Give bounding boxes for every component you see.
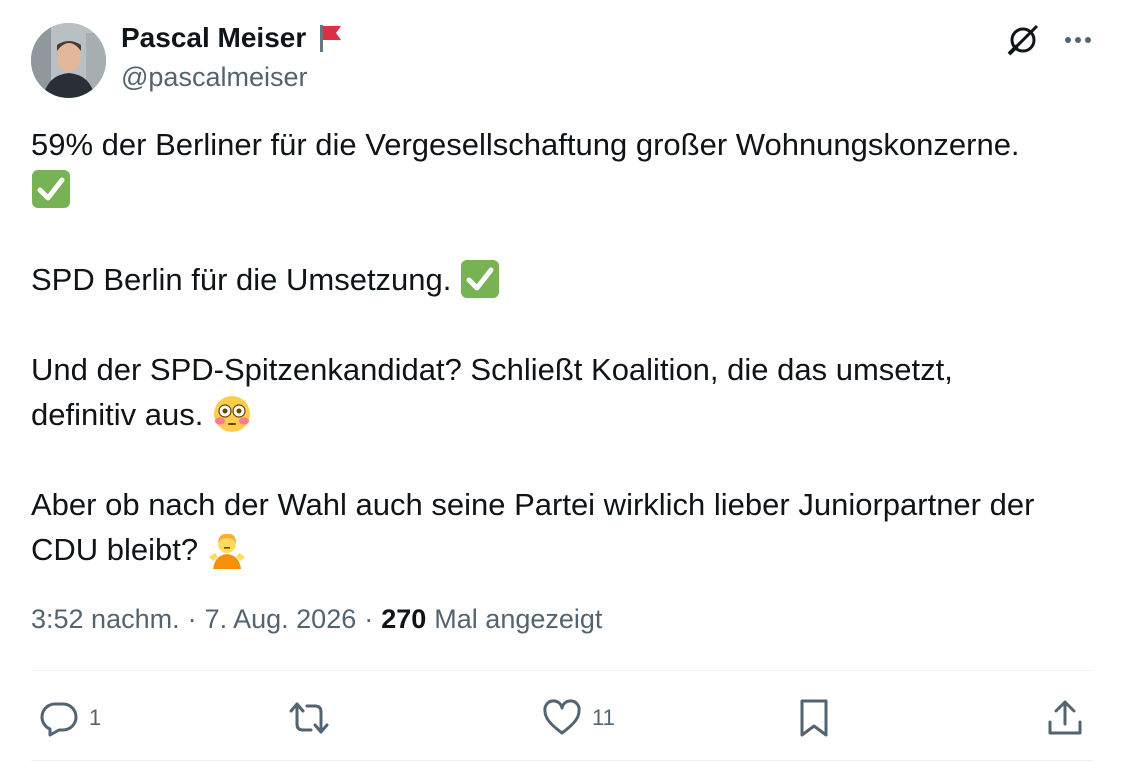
person-shrugging-icon [208,533,245,569]
grok-icon[interactable] [1005,22,1041,58]
divider [31,760,1093,761]
views-label: Mal angezeigt [434,604,603,634]
tweet-line: Und der SPD-Spitzenkandidat? Schließt Ko… [31,347,1101,392]
like-count: 11 [592,705,615,730]
tweet-line: 59% der Berliner für die Vergesellschaft… [31,122,1101,167]
tweet-line: definitiv aus. [31,392,1101,437]
tweet-line: CDU bleibt? [31,527,1101,572]
tweet-time[interactable]: 3:52 nachm. [31,604,180,635]
heart-icon [543,699,581,735]
flushed-face-icon [213,395,250,432]
bookmark-button[interactable] [796,690,832,746]
author-handle[interactable]: @pascalmeiser [121,62,307,93]
share-button[interactable] [1045,690,1085,746]
more-dots-icon[interactable] [1063,22,1093,58]
retweet-button[interactable] [287,690,341,746]
tweet-text: 59% der Berliner für die Vergesellschaft… [31,122,1101,572]
meta-separator: · [364,604,374,634]
tweet-line: Aber ob nach der Wahl auch seine Partei … [31,482,1101,527]
bookmark-icon [800,699,828,737]
avatar-photo [31,23,106,98]
action-bar: 1 11 [31,690,1093,746]
tweet-line-text: 59% der Berliner für die Vergesellschaft… [31,127,1020,162]
tweet-line-text: CDU bleibt? [31,532,199,567]
check-mark-icon [461,259,500,298]
meta-separator: · [187,604,197,634]
share-icon [1048,700,1082,735]
tweet-date[interactable]: 7. Aug. 2026 [205,604,357,635]
tweet-line: SPD Berlin für die Umsetzung. [31,257,1101,302]
check-mark-icon [32,169,70,208]
tweet-line-text: definitiv aus. [31,397,204,432]
author-name-row: Pascal Meiser [121,22,344,54]
views-count: 270 [381,604,427,634]
header-actions [1005,22,1093,58]
tweet-line-text: Aber ob nach der Wahl auch seine Partei … [31,487,1035,522]
tweet-line [31,167,1101,212]
reply-count: 1 [89,705,102,730]
tweet-line-text: Und der SPD-Spitzenkandidat? Schließt Ko… [31,352,953,387]
tweet-meta: 3:52 nachm. · 7. Aug. 2026 · 270 Mal ang… [31,604,602,635]
author-name[interactable]: Pascal Meiser [121,22,306,54]
red-flag-icon [320,25,342,52]
reply-button[interactable]: 1 [39,690,101,746]
tweet-line-text: SPD Berlin für die Umsetzung. [31,262,452,297]
retweet-icon [289,702,329,734]
reply-icon [40,702,78,737]
divider [31,670,1093,671]
like-button[interactable]: 11 [542,690,615,746]
avatar[interactable] [31,23,106,98]
